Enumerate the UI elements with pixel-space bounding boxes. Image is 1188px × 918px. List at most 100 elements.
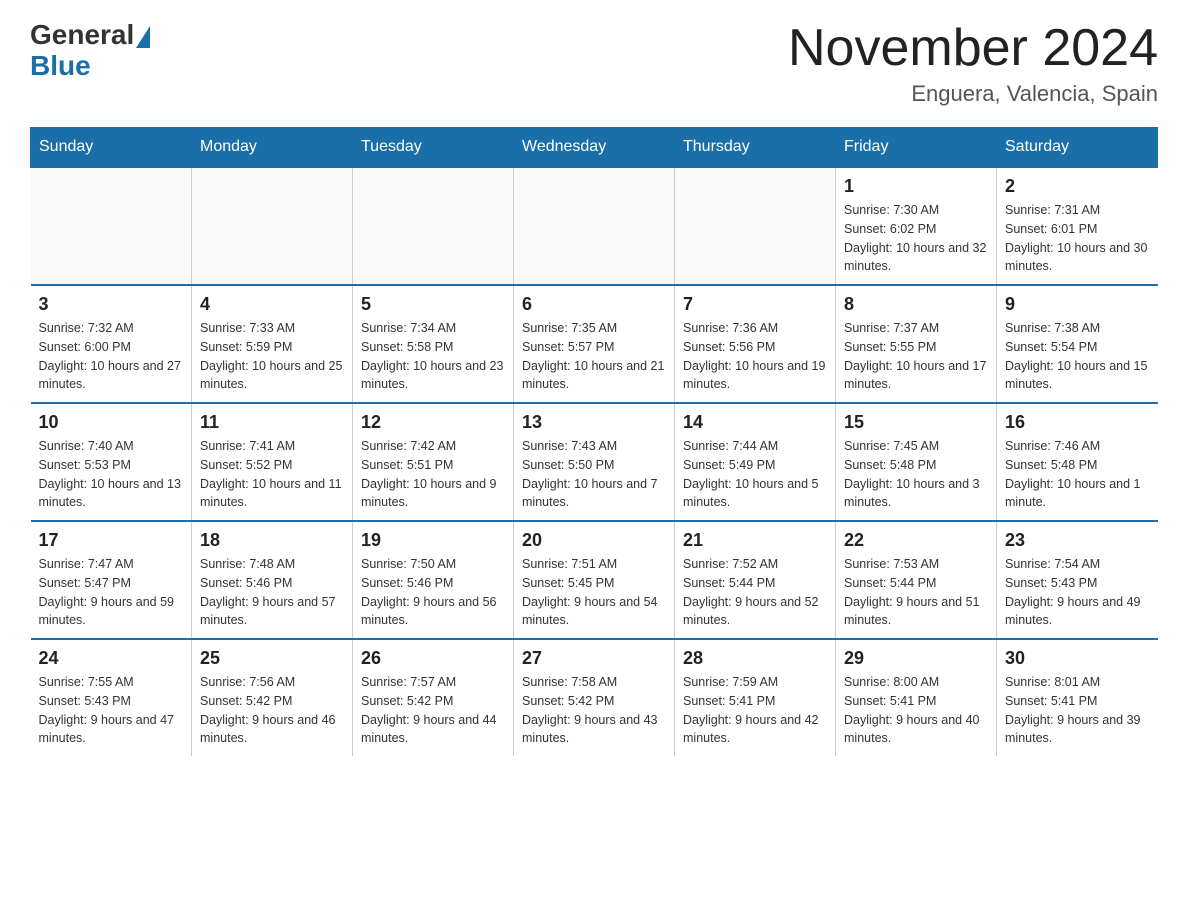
weekday-header-sunday: Sunday <box>31 128 192 168</box>
calendar-cell: 10 Sunrise: 7:40 AMSunset: 5:53 PMDayligh… <box>31 403 192 521</box>
calendar-cell: 13 Sunrise: 7:43 AMSunset: 5:50 PMDayligh… <box>514 403 675 521</box>
calendar-cell: 18 Sunrise: 7:48 AMSunset: 5:46 PMDayligh… <box>192 521 353 639</box>
logo-general-text: General <box>30 20 134 51</box>
calendar-cell: 26 Sunrise: 7:57 AMSunset: 5:42 PMDayligh… <box>353 639 514 756</box>
day-info: Sunrise: 8:00 AMSunset: 5:41 PMDaylight:… <box>844 673 988 748</box>
day-info: Sunrise: 7:46 AMSunset: 5:48 PMDaylight:… <box>1005 437 1150 512</box>
logo-line1: General <box>30 20 150 51</box>
calendar-cell: 27 Sunrise: 7:58 AMSunset: 5:42 PMDayligh… <box>514 639 675 756</box>
title-block: November 2024 Enguera, Valencia, Spain <box>788 20 1158 107</box>
day-number: 24 <box>39 648 184 669</box>
calendar-cell: 24Sunrise: 7:55 AMSunset: 5:43 PMDayligh… <box>31 639 192 756</box>
day-info: Sunrise: 7:44 AMSunset: 5:49 PMDaylight:… <box>683 437 827 512</box>
day-info: Sunrise: 7:31 AMSunset: 6:01 PMDaylight:… <box>1005 201 1150 276</box>
day-number: 27 <box>522 648 666 669</box>
day-number: 26 <box>361 648 505 669</box>
calendar-week-0: 1 Sunrise: 7:30 AMSunset: 6:02 PMDaylight… <box>31 167 1158 285</box>
calendar-cell: 20Sunrise: 7:51 AMSunset: 5:45 PMDayligh… <box>514 521 675 639</box>
day-number: 14 <box>683 412 827 433</box>
calendar-cell: 9 Sunrise: 7:38 AMSunset: 5:54 PMDaylight… <box>997 285 1158 403</box>
calendar-cell: 21Sunrise: 7:52 AMSunset: 5:44 PMDayligh… <box>675 521 836 639</box>
calendar-cell: 1 Sunrise: 7:30 AMSunset: 6:02 PMDaylight… <box>836 167 997 285</box>
day-info: Sunrise: 7:33 AMSunset: 5:59 PMDaylight:… <box>200 319 344 394</box>
calendar-body: 1 Sunrise: 7:30 AMSunset: 6:02 PMDaylight… <box>31 167 1158 756</box>
day-number: 4 <box>200 294 344 315</box>
day-info: Sunrise: 7:38 AMSunset: 5:54 PMDaylight:… <box>1005 319 1150 394</box>
day-info: Sunrise: 7:30 AMSunset: 6:02 PMDaylight:… <box>844 201 988 276</box>
day-number: 2 <box>1005 176 1150 197</box>
day-info: Sunrise: 7:35 AMSunset: 5:57 PMDaylight:… <box>522 319 666 394</box>
day-number: 1 <box>844 176 988 197</box>
day-info: Sunrise: 7:34 AMSunset: 5:58 PMDaylight:… <box>361 319 505 394</box>
day-info: Sunrise: 7:57 AMSunset: 5:42 PMDaylight:… <box>361 673 505 748</box>
calendar-cell: 5 Sunrise: 7:34 AMSunset: 5:58 PMDaylight… <box>353 285 514 403</box>
day-number: 8 <box>844 294 988 315</box>
day-number: 13 <box>522 412 666 433</box>
calendar-cell: 7Sunrise: 7:36 AMSunset: 5:56 PMDaylight… <box>675 285 836 403</box>
day-number: 16 <box>1005 412 1150 433</box>
weekday-header-friday: Friday <box>836 128 997 168</box>
day-number: 10 <box>39 412 184 433</box>
day-number: 7 <box>683 294 827 315</box>
calendar-cell <box>192 167 353 285</box>
calendar-cell: 14 Sunrise: 7:44 AMSunset: 5:49 PMDayligh… <box>675 403 836 521</box>
day-info: Sunrise: 7:47 AMSunset: 5:47 PMDaylight:… <box>39 555 184 630</box>
weekday-header-tuesday: Tuesday <box>353 128 514 168</box>
logo: General Blue <box>30 20 150 82</box>
calendar-cell: 15Sunrise: 7:45 AMSunset: 5:48 PMDayligh… <box>836 403 997 521</box>
calendar-cell: 17Sunrise: 7:47 AMSunset: 5:47 PMDayligh… <box>31 521 192 639</box>
weekday-header-thursday: Thursday <box>675 128 836 168</box>
day-number: 5 <box>361 294 505 315</box>
calendar-cell: 2 Sunrise: 7:31 AMSunset: 6:01 PMDaylight… <box>997 167 1158 285</box>
calendar-header: SundayMondayTuesdayWednesdayThursdayFrid… <box>31 128 1158 168</box>
day-number: 12 <box>361 412 505 433</box>
calendar-cell <box>353 167 514 285</box>
day-info: Sunrise: 7:50 AMSunset: 5:46 PMDaylight:… <box>361 555 505 630</box>
day-info: Sunrise: 7:58 AMSunset: 5:42 PMDaylight:… <box>522 673 666 748</box>
calendar-cell <box>675 167 836 285</box>
day-number: 29 <box>844 648 988 669</box>
calendar-cell: 16 Sunrise: 7:46 AMSunset: 5:48 PMDayligh… <box>997 403 1158 521</box>
weekday-header-saturday: Saturday <box>997 128 1158 168</box>
calendar-cell: 29 Sunrise: 8:00 AMSunset: 5:41 PMDayligh… <box>836 639 997 756</box>
calendar-cell: 6 Sunrise: 7:35 AMSunset: 5:57 PMDaylight… <box>514 285 675 403</box>
calendar-cell: 23Sunrise: 7:54 AMSunset: 5:43 PMDayligh… <box>997 521 1158 639</box>
day-number: 18 <box>200 530 344 551</box>
weekday-header-wednesday: Wednesday <box>514 128 675 168</box>
day-info: Sunrise: 7:56 AMSunset: 5:42 PMDaylight:… <box>200 673 344 748</box>
day-info: Sunrise: 7:43 AMSunset: 5:50 PMDaylight:… <box>522 437 666 512</box>
day-info: Sunrise: 7:54 AMSunset: 5:43 PMDaylight:… <box>1005 555 1150 630</box>
day-number: 30 <box>1005 648 1150 669</box>
calendar-cell: 30Sunrise: 8:01 AMSunset: 5:41 PMDayligh… <box>997 639 1158 756</box>
day-info: Sunrise: 7:40 AMSunset: 5:53 PMDaylight:… <box>39 437 184 512</box>
day-number: 11 <box>200 412 344 433</box>
calendar-cell: 3Sunrise: 7:32 AMSunset: 6:00 PMDaylight… <box>31 285 192 403</box>
day-number: 28 <box>683 648 827 669</box>
weekday-header-monday: Monday <box>192 128 353 168</box>
logo-block: General Blue <box>30 20 150 82</box>
day-number: 6 <box>522 294 666 315</box>
calendar-week-4: 24Sunrise: 7:55 AMSunset: 5:43 PMDayligh… <box>31 639 1158 756</box>
day-info: Sunrise: 7:41 AMSunset: 5:52 PMDaylight:… <box>200 437 344 512</box>
day-number: 9 <box>1005 294 1150 315</box>
calendar-cell: 28Sunrise: 7:59 AMSunset: 5:41 PMDayligh… <box>675 639 836 756</box>
calendar-week-1: 3Sunrise: 7:32 AMSunset: 6:00 PMDaylight… <box>31 285 1158 403</box>
day-info: Sunrise: 7:32 AMSunset: 6:00 PMDaylight:… <box>39 319 184 394</box>
day-info: Sunrise: 7:48 AMSunset: 5:46 PMDaylight:… <box>200 555 344 630</box>
calendar-cell <box>514 167 675 285</box>
calendar-table: SundayMondayTuesdayWednesdayThursdayFrid… <box>30 127 1158 756</box>
day-info: Sunrise: 7:51 AMSunset: 5:45 PMDaylight:… <box>522 555 666 630</box>
day-number: 19 <box>361 530 505 551</box>
day-number: 25 <box>200 648 344 669</box>
day-info: Sunrise: 7:42 AMSunset: 5:51 PMDaylight:… <box>361 437 505 512</box>
logo-blue-text: Blue <box>30 51 150 82</box>
calendar-cell: 4 Sunrise: 7:33 AMSunset: 5:59 PMDaylight… <box>192 285 353 403</box>
calendar-cell: 12 Sunrise: 7:42 AMSunset: 5:51 PMDayligh… <box>353 403 514 521</box>
calendar-week-3: 17Sunrise: 7:47 AMSunset: 5:47 PMDayligh… <box>31 521 1158 639</box>
day-number: 22 <box>844 530 988 551</box>
calendar-cell: 22Sunrise: 7:53 AMSunset: 5:44 PMDayligh… <box>836 521 997 639</box>
day-number: 21 <box>683 530 827 551</box>
calendar-cell: 25 Sunrise: 7:56 AMSunset: 5:42 PMDayligh… <box>192 639 353 756</box>
calendar-cell <box>31 167 192 285</box>
calendar-cell: 8Sunrise: 7:37 AMSunset: 5:55 PMDaylight… <box>836 285 997 403</box>
